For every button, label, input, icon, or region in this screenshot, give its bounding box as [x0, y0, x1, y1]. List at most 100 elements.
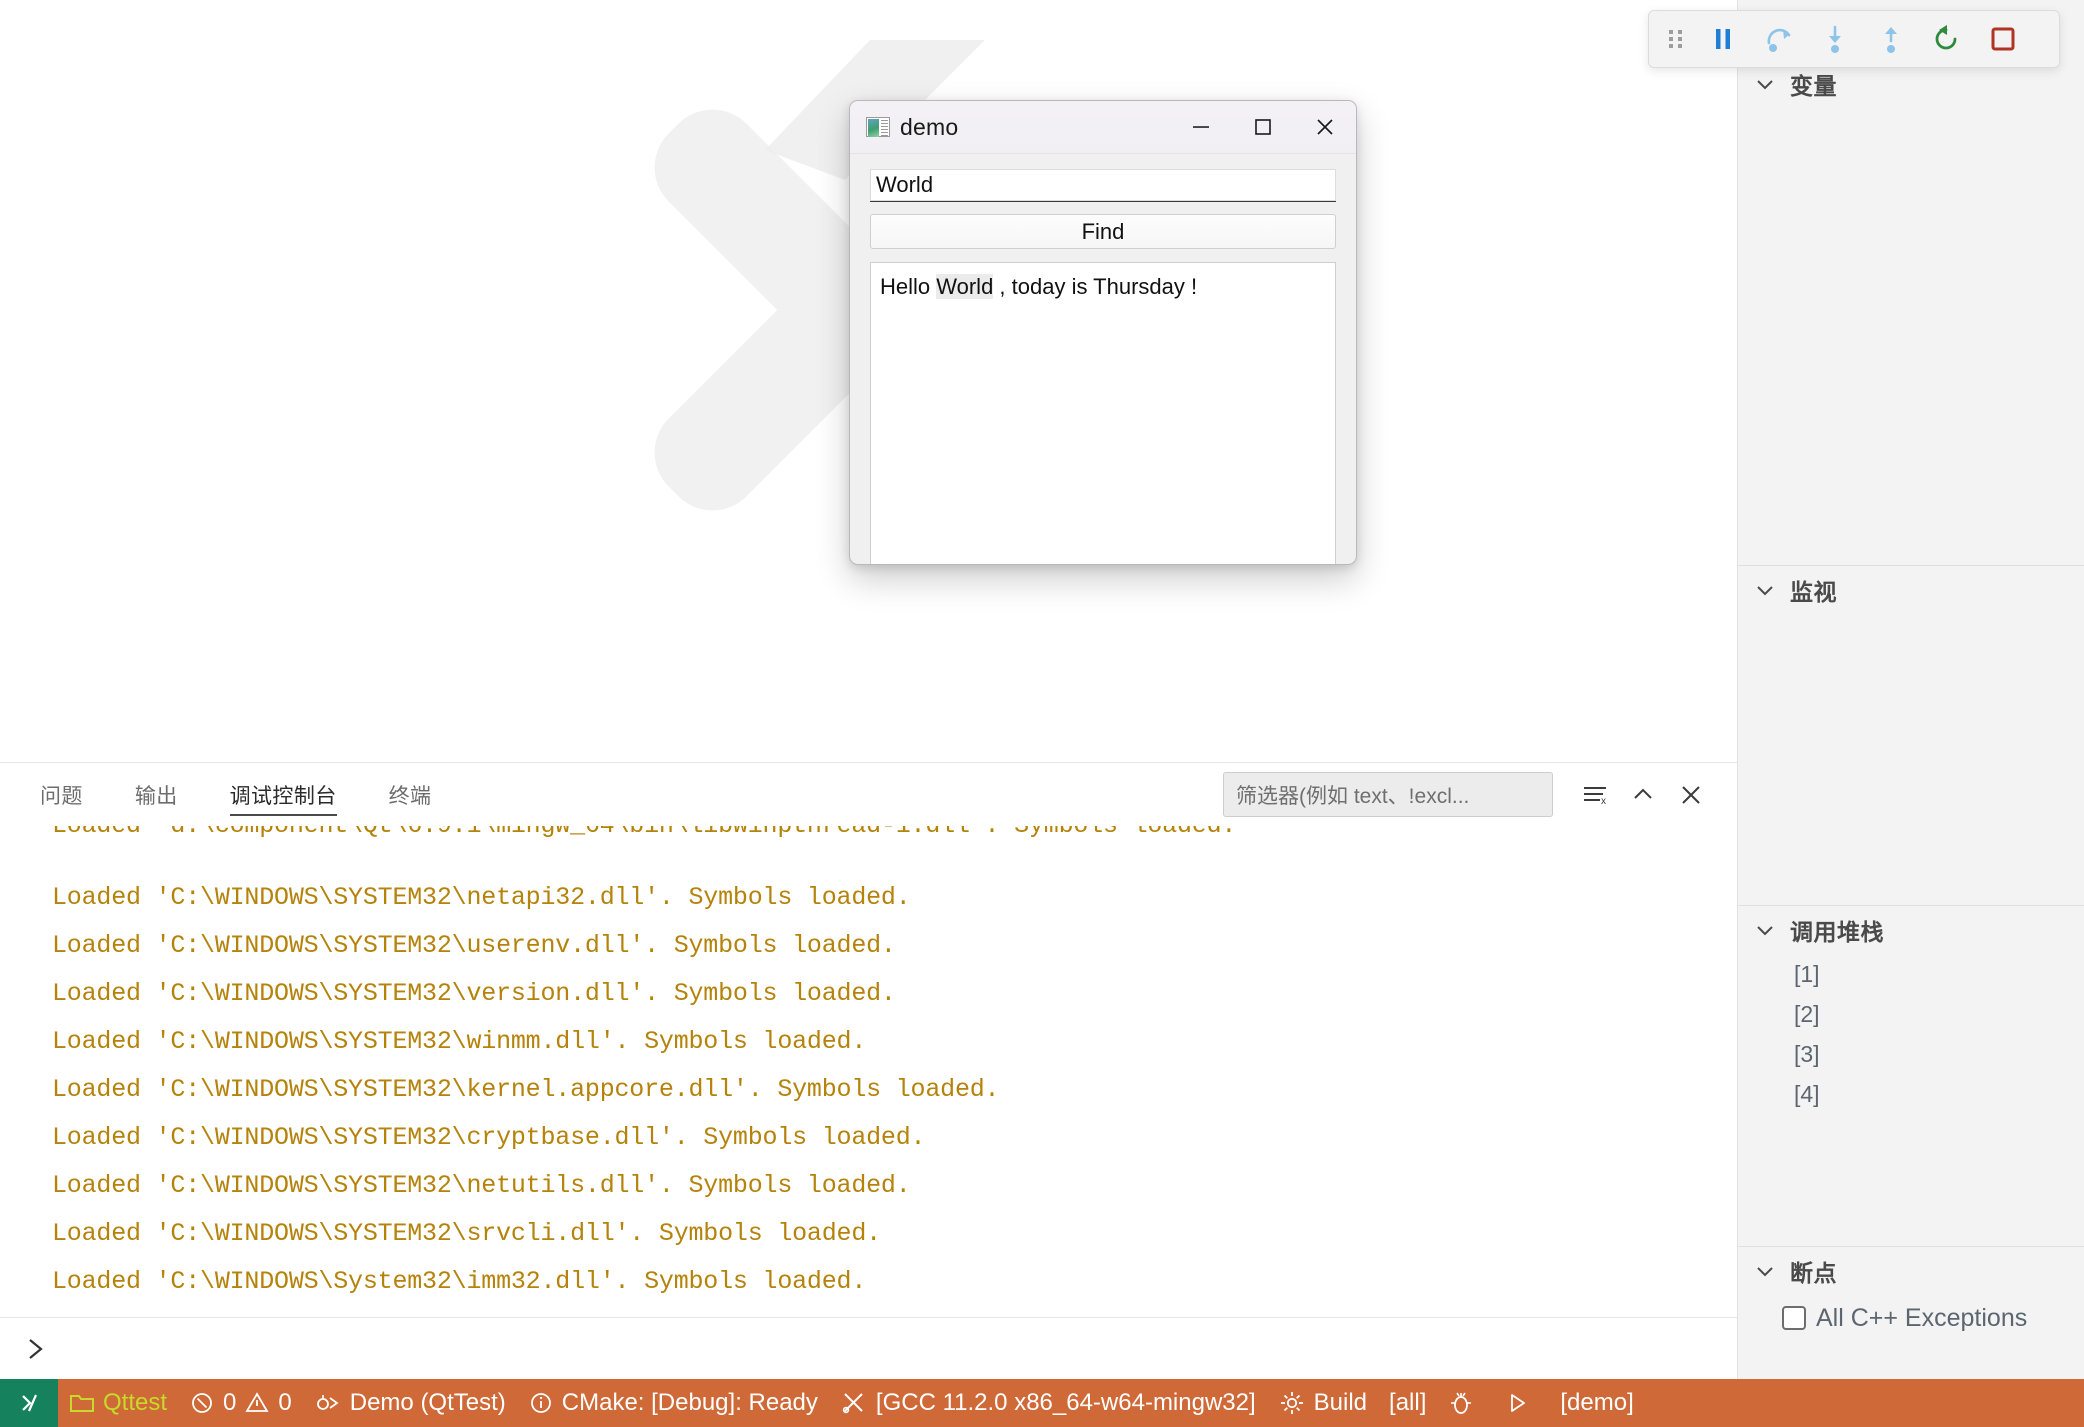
tab-terminal[interactable]: 终端 — [389, 763, 432, 826]
debug-console-input-row[interactable] — [0, 1317, 1737, 1379]
folder-status[interactable]: Qttest — [58, 1379, 178, 1427]
tab-output[interactable]: 输出 — [135, 763, 178, 826]
step-out-icon[interactable] — [1863, 15, 1919, 63]
folder-label: Qttest — [103, 1389, 167, 1417]
filter-input[interactable]: 筛选器(例如 text、!excl... — [1223, 772, 1553, 817]
vscode-window: demo World Find Hello World — [0, 0, 2084, 1427]
qt-window-controls — [1170, 101, 1356, 153]
pause-icon[interactable] — [1695, 15, 1751, 63]
breakpoint-label: All C++ Exceptions — [1816, 1304, 2027, 1333]
qt-titlebar[interactable]: demo — [850, 101, 1356, 154]
build-label: Build — [1314, 1389, 1367, 1417]
checkbox[interactable] — [1782, 1306, 1806, 1330]
section-title-variables: 变量 — [1790, 67, 1837, 101]
status-bar: Qttest 0 0 — [0, 1379, 2084, 1427]
editor-area: demo World Find Hello World — [0, 0, 1737, 762]
section-title-breakpoints: 断点 — [1790, 1254, 1837, 1288]
find-button[interactable]: Find — [870, 214, 1336, 249]
cmake-status[interactable]: CMake: [Debug]: Ready — [517, 1379, 829, 1427]
target-status[interactable]: Demo (QtTest) — [303, 1379, 517, 1427]
section-header-breakpoints[interactable]: 断点 — [1738, 1247, 2084, 1295]
section-title-callstack: 调用堆栈 — [1790, 913, 1884, 947]
qt-app-icon — [866, 117, 890, 137]
callstack-list: [1] [2] [3] [4] — [1738, 954, 2084, 1114]
sidebar-section-watch: 监视 — [1738, 565, 2084, 905]
panel-actions: 筛选器(例如 text、!excl... x — [1223, 763, 1715, 826]
launch-status[interactable] — [1493, 1379, 1549, 1427]
console-line: Loaded 'C:\WINDOWS\SYSTEM32\userenv.dll'… — [52, 922, 1737, 970]
clear-console-icon[interactable]: x — [1571, 771, 1619, 819]
build-status[interactable]: Build — [1267, 1379, 1378, 1427]
console-line: Loaded 'C:\WINDOWS\SYSTEM32\cryptbase.dl… — [52, 1114, 1737, 1162]
output-textarea[interactable]: Hello World , today is Thursday ! — [870, 262, 1336, 565]
close-button[interactable] — [1294, 101, 1356, 153]
console-line: Loaded 'C:\WINDOWS\SYSTEM32\netutils.dll… — [52, 1162, 1737, 1210]
restart-icon[interactable] — [1919, 15, 1975, 63]
tab-problems[interactable]: 问题 — [40, 763, 83, 826]
kit-status[interactable]: [GCC 11.2.0 x86_64-w64-mingw32] — [829, 1379, 1267, 1427]
stop-icon[interactable] — [1975, 15, 2031, 63]
remote-indicator[interactable] — [0, 1379, 58, 1427]
launch-target-label: [demo] — [1560, 1389, 1633, 1417]
chevron-down-icon — [1752, 71, 1778, 97]
target-label: Demo (QtTest) — [350, 1389, 506, 1417]
output-highlight: World — [936, 274, 993, 299]
chevron-down-icon — [1752, 577, 1778, 603]
maximize-button[interactable] — [1232, 101, 1294, 153]
kit-label: [GCC 11.2.0 x86_64-w64-mingw32] — [876, 1389, 1256, 1417]
gear-icon — [1278, 1389, 1306, 1417]
info-icon — [528, 1390, 554, 1416]
section-header-watch[interactable]: 监视 — [1738, 566, 2084, 614]
chevron-right-icon — [20, 1334, 50, 1364]
output-suffix: , today is Thursday ! — [993, 274, 1197, 299]
folder-icon — [69, 1391, 95, 1415]
problems-status[interactable]: 0 0 — [178, 1379, 303, 1427]
qt-window-title: demo — [900, 114, 958, 141]
play-icon — [1504, 1390, 1530, 1416]
chevron-up-icon[interactable] — [1619, 771, 1667, 819]
drag-handle-icon[interactable] — [1659, 15, 1695, 63]
console-line: Loaded 'd:\component\Qt\6.9.1\mingw_64\b… — [52, 826, 1737, 850]
debug-status[interactable] — [1437, 1379, 1493, 1427]
chevron-down-icon — [1752, 1258, 1778, 1284]
output-prefix: Hello — [880, 274, 936, 299]
sidebar-section-callstack: 调用堆栈 [1] [2] [3] [4] — [1738, 905, 2084, 1246]
close-panel-icon[interactable] — [1667, 771, 1715, 819]
tools-icon — [840, 1390, 868, 1416]
debug-sidebar: 变量 监视 调用堆栈 [1] [2] [3] [4] — [1737, 0, 2084, 1379]
panel-header: 问题 输出 调试控制台 终端 筛选器(例如 text、!excl... x — [0, 763, 1737, 826]
list-item[interactable]: [3] — [1794, 1034, 2084, 1074]
cmake-label: CMake: [Debug]: Ready — [562, 1389, 818, 1417]
sidebar-section-variables: 变量 — [1738, 60, 2084, 565]
console-line: Loaded 'C:\WINDOWS\SYSTEM32\kernel.appco… — [52, 1066, 1737, 1114]
svg-text:x: x — [1601, 796, 1606, 807]
launch-target-status[interactable]: [demo] — [1549, 1379, 1644, 1427]
minimize-button[interactable] — [1170, 101, 1232, 153]
build-target-status[interactable]: [all] — [1378, 1379, 1437, 1427]
breakpoint-all-cpp-exceptions[interactable]: All C++ Exceptions — [1738, 1295, 2084, 1341]
search-input[interactable]: World — [870, 169, 1336, 202]
list-item[interactable]: [4] — [1794, 1074, 2084, 1114]
console-line: Loaded 'C:\WINDOWS\SYSTEM32\winmm.dll'. … — [52, 1018, 1737, 1066]
list-item[interactable]: [1] — [1794, 954, 2084, 994]
warning-count: 0 — [278, 1389, 291, 1417]
chevron-down-icon — [1752, 917, 1778, 943]
tab-debug-console[interactable]: 调试控制台 — [230, 763, 337, 826]
debug-toolbar[interactable] — [1648, 10, 2060, 68]
debug-console-output[interactable]: Loaded 'd:\component\Qt\6.9.1\mingw_64\b… — [0, 826, 1737, 1316]
step-into-icon[interactable] — [1807, 15, 1863, 63]
section-header-callstack[interactable]: 调用堆栈 — [1738, 906, 2084, 954]
section-title-watch: 监视 — [1790, 573, 1837, 607]
debug-target-icon — [314, 1390, 342, 1416]
error-count: 0 — [223, 1389, 236, 1417]
console-line: Loaded 'C:\WINDOWS\System32\bcryptprimit… — [52, 1306, 1737, 1316]
list-item[interactable]: [2] — [1794, 994, 2084, 1034]
console-line: Loaded 'C:\WINDOWS\SYSTEM32\srvcli.dll'.… — [52, 1210, 1737, 1258]
error-icon — [189, 1390, 215, 1416]
qt-window-body: World Find Hello World , today is Thursd… — [850, 154, 1356, 565]
step-over-icon[interactable] — [1751, 15, 1807, 63]
warning-icon — [244, 1390, 270, 1416]
console-line: Loaded 'C:\WINDOWS\System32\imm32.dll'. … — [52, 1258, 1737, 1306]
build-target-label: [all] — [1389, 1389, 1426, 1417]
qt-demo-window[interactable]: demo World Find Hello World — [849, 100, 1357, 565]
